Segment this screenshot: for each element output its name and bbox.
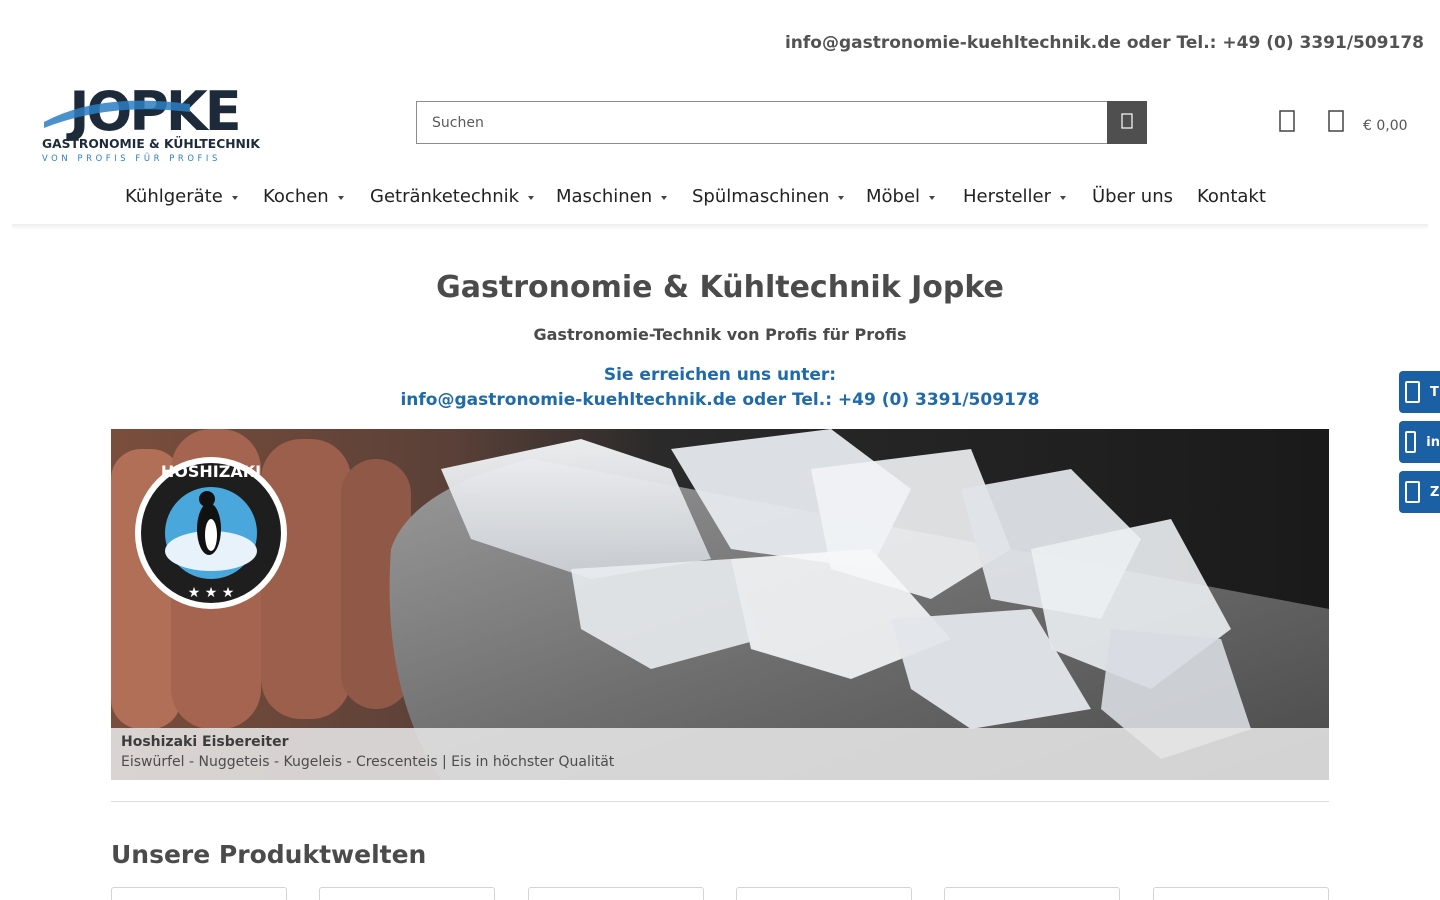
nav-item-moebel[interactable]: Möbel [866,186,936,207]
product-tile[interactable] [1153,887,1329,900]
header-contact-line: info@gastronomie-kuehltechnik.de oder Te… [784,33,1424,53]
hoshizaki-badge: HOSHIZAKI ★ ★ ★ [135,457,287,609]
svg-text:★ ★ ★: ★ ★ ★ [188,585,235,601]
side-tab-label: in [1426,434,1440,450]
side-tab-label: Z [1430,484,1440,500]
banner-caption-title: Hoshizaki Eisbereiter [121,734,289,750]
cart-button[interactable] [1325,110,1347,136]
chevron-down-icon [231,195,238,200]
nav-item-ueber-uns[interactable]: Über uns [1092,186,1173,207]
side-tab-mail[interactable]: in [1399,421,1440,463]
nav-item-label: Getränketechnik [370,186,520,207]
svg-text:HOSHIZAKI: HOSHIZAKI [161,462,261,481]
nav-item-label: Spülmaschinen [692,186,830,207]
product-tile[interactable] [319,887,495,900]
product-tile[interactable] [736,887,912,900]
contact-details-link[interactable]: info@gastronomie-kuehltechnik.de oder Te… [0,390,1440,410]
svg-text:VON PROFIS FÜR PROFIS: VON PROFIS FÜR PROFIS [42,153,221,163]
svg-text:GASTRONOMIE & KÜHLTECHNIK: GASTRONOMIE & KÜHLTECHNIK [42,136,260,151]
product-world-tiles [111,887,1329,900]
chevron-down-icon [528,195,535,200]
banner-caption: Hoshizaki Eisbereiter Eiswürfel - Nugget… [111,728,1329,780]
nav-item-kochen[interactable]: Kochen [263,186,344,207]
nav-item-label: Kochen [263,186,329,207]
page-title: Gastronomie & Kühltechnik Jopke [436,270,1004,305]
cart-total[interactable]: € 0,00 [1363,118,1408,134]
product-tile[interactable] [111,887,287,900]
section-divider [111,801,1329,802]
search-bar [416,101,1147,144]
contact-heading: Sie erreichen uns unter: [603,365,837,385]
document-icon [1405,481,1420,503]
nav-item-label: Maschinen [556,186,653,207]
chevron-down-icon [929,195,936,200]
search-input[interactable] [416,101,1107,144]
nav-item-label: Über uns [1092,186,1173,207]
banner-caption-text: Eiswürfel - Nuggeteis - Kugeleis - Cresc… [121,754,615,770]
nav-item-label: Kühlgeräte [125,186,223,207]
nav-item-label: Hersteller [963,186,1051,207]
mail-icon [1405,431,1417,453]
nav-item-getraenketechnik[interactable]: Getränketechnik [370,186,535,207]
nav-item-label: Möbel [866,186,921,207]
hero-banner[interactable]: HOSHIZAKI ★ ★ ★ Hoshizaki Eisbereiter Ei… [111,429,1329,780]
search-icon [1121,113,1133,132]
chevron-down-icon [838,195,845,200]
nav-item-spuelmaschinen[interactable]: Spülmaschinen [692,186,845,207]
heart-icon [1279,110,1295,136]
nav-item-maschinen[interactable]: Maschinen [556,186,668,207]
phone-icon [1405,381,1420,403]
main-navigation: Kühlgeräte Kochen Getränketechnik Maschi… [0,186,1440,210]
search-button[interactable] [1107,101,1147,144]
nav-item-kuehlgeraete[interactable]: Kühlgeräte [125,186,238,207]
side-tab-phone[interactable]: T [1399,371,1440,413]
side-tab-label: T [1430,384,1439,400]
wishlist-button[interactable] [1276,110,1298,136]
site-logo[interactable]: JOPKE GASTRONOMIE & KÜHLTECHNIK VON PROF… [40,82,268,164]
nav-item-label: Kontakt [1197,186,1266,207]
nav-item-kontakt[interactable]: Kontakt [1197,186,1266,207]
nav-item-hersteller[interactable]: Hersteller [963,186,1066,207]
bag-icon [1328,110,1344,136]
page-subtitle: Gastronomie-Technik von Profis für Profi… [533,325,907,344]
product-tile[interactable] [528,887,704,900]
side-tab-document[interactable]: Z [1399,471,1440,513]
header-shadow [12,224,1428,230]
section-title: Unsere Produktwelten [111,840,427,869]
chevron-down-icon [1060,195,1066,200]
product-tile[interactable] [944,887,1120,900]
chevron-down-icon [337,195,344,200]
chevron-down-icon [661,195,668,200]
